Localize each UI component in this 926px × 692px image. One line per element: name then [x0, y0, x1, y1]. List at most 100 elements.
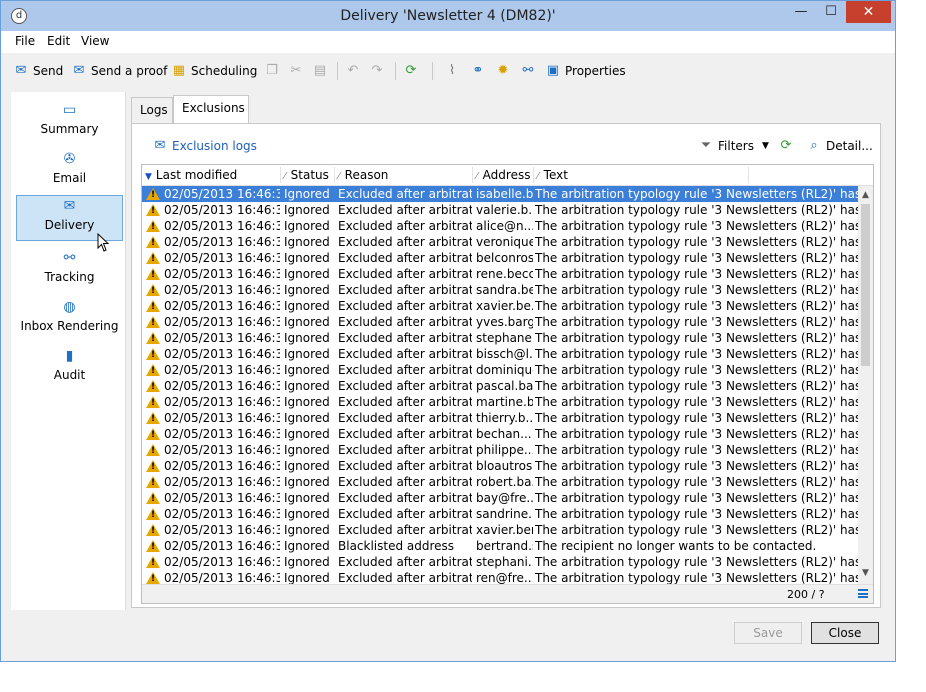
column-header-address[interactable]: ⁄ Address: [476, 168, 530, 182]
sidebar-item-email[interactable]: ✇ Email: [16, 149, 123, 195]
table-row[interactable]: 02/05/2013 16:46:35 Ignored Excluded after…: [142, 474, 858, 490]
table-cell: 02/05/2013 16:46:35: [164, 459, 280, 473]
window-close-button[interactable]: ✕: [846, 1, 891, 23]
table-row[interactable]: 02/05/2013 16:46:35 Ignored Excluded after…: [142, 426, 858, 442]
table-row[interactable]: 02/05/2013 16:46:35 Ignored Excluded after…: [142, 490, 858, 506]
toolbar-separator: [395, 62, 396, 80]
exclusion-log-grid[interactable]: ▼ Last modified ⁄ Status ⁄ Reason ⁄ Address …: [141, 164, 874, 604]
table-row[interactable]: 02/05/2013 16:46:35 Ignored Excluded after…: [142, 298, 858, 314]
grid-refresh-icon[interactable]: ⟳: [778, 138, 798, 153]
table-cell: Excluded after arbitration: [338, 315, 472, 329]
sort-handle-icon: ⁄: [537, 171, 539, 182]
filter-icon: ⏷: [700, 138, 712, 153]
menu-view[interactable]: View: [81, 34, 109, 48]
table-cell: The arbitration typology rule '3 Newslet…: [535, 379, 858, 393]
scroll-down-icon[interactable]: ▼: [860, 568, 871, 580]
send-proof-button[interactable]: ✉ Send a proof: [71, 61, 168, 81]
table-row[interactable]: 02/05/2013 16:46:35 Ignored Excluded after…: [142, 234, 858, 250]
table-cell: rene.becc...: [476, 267, 533, 281]
minimize-button[interactable]: —: [786, 1, 816, 23]
table-row[interactable]: 02/05/2013 16:46:35 Ignored Excluded after…: [142, 570, 858, 584]
cut-icon[interactable]: ✂: [288, 61, 308, 81]
warning-icon: [146, 428, 160, 440]
sidebar-item-audit[interactable]: ▮ Audit: [16, 346, 123, 392]
paste-icon[interactable]: ▤: [312, 61, 332, 81]
send-button[interactable]: ✉ Send: [13, 61, 64, 81]
table-row[interactable]: 02/05/2013 16:46:35 Ignored Excluded after…: [142, 346, 858, 362]
menu-file[interactable]: File: [15, 34, 35, 48]
scheduling-button[interactable]: ▦ Scheduling: [171, 61, 257, 81]
table-row[interactable]: 02/05/2013 16:46:35 Ignored Excluded after…: [142, 442, 858, 458]
column-header-reason[interactable]: ⁄ Reason: [338, 168, 388, 182]
table-row[interactable]: 02/05/2013 16:46:35 Ignored Excluded after…: [142, 202, 858, 218]
filters-button[interactable]: ⏷ Filters ▼: [698, 138, 769, 153]
sidebar-item-tracking[interactable]: ⚯ Tracking: [16, 248, 123, 294]
column-header-text[interactable]: ⁄ Text: [537, 168, 568, 182]
table-cell: xavier.be...: [476, 299, 533, 313]
table-row[interactable]: 02/05/2013 16:46:35 Ignored Excluded after…: [142, 554, 858, 570]
table-cell: Ignored: [284, 459, 330, 473]
table-row[interactable]: 02/05/2013 16:46:35 Ignored Blacklisted ad…: [142, 538, 858, 554]
copy-icon[interactable]: ❐: [264, 61, 284, 81]
table-cell: bechan...: [476, 427, 532, 441]
table-cell: Excluded after arbitration: [338, 347, 472, 361]
redo-icon[interactable]: ↷: [369, 61, 389, 81]
table-cell: The arbitration typology rule '3 Newslet…: [535, 507, 858, 521]
tab-exclusions[interactable]: Exclusions: [173, 95, 249, 123]
link-icon[interactable]: ⚭: [470, 61, 490, 81]
table-row[interactable]: 02/05/2013 16:46:35 Ignored Excluded after…: [142, 506, 858, 522]
table-cell: philippe...: [476, 443, 533, 457]
send-proof-label: Send a proof: [91, 64, 168, 78]
table-cell: stephane...: [476, 331, 533, 345]
warning-icon: [146, 524, 160, 536]
table-row[interactable]: 02/05/2013 16:46:35 Ignored Excluded after…: [142, 266, 858, 282]
table-row[interactable]: 02/05/2013 16:46:35 Ignored Excluded after…: [142, 362, 858, 378]
undo-icon[interactable]: ↶: [345, 61, 365, 81]
warning-icon: [146, 220, 160, 232]
save-button[interactable]: Save: [734, 622, 802, 644]
detail-button[interactable]: ⌕ Detail...: [806, 138, 872, 153]
table-row[interactable]: 02/05/2013 16:46:35 Ignored Excluded after…: [142, 186, 858, 202]
table-row[interactable]: 02/05/2013 16:46:35 Ignored Excluded after…: [142, 330, 858, 346]
inbox-rendering-icon: ◍: [63, 299, 76, 315]
table-row[interactable]: 02/05/2013 16:46:35 Ignored Excluded after…: [142, 522, 858, 538]
table-cell: veronique...: [476, 235, 533, 249]
table-cell: 02/05/2013 16:46:35: [164, 283, 280, 297]
table-cell: Blacklisted address: [338, 539, 455, 553]
list-config-icon[interactable]: [858, 589, 868, 598]
table-row[interactable]: 02/05/2013 16:46:35 Ignored Excluded after…: [142, 410, 858, 426]
scrollbar-thumb[interactable]: [861, 204, 870, 366]
maximize-button[interactable]: ☐: [816, 1, 846, 23]
table-cell: Excluded after arbitration: [338, 491, 472, 505]
table-row[interactable]: 02/05/2013 16:46:35 Ignored Excluded after…: [142, 314, 858, 330]
table-row[interactable]: 02/05/2013 16:46:35 Ignored Excluded after…: [142, 394, 858, 410]
table-row[interactable]: 02/05/2013 16:46:35 Ignored Excluded after…: [142, 218, 858, 234]
table-row[interactable]: 02/05/2013 16:46:35 Ignored Excluded after…: [142, 458, 858, 474]
table-cell: The arbitration typology rule '3 Newslet…: [535, 491, 858, 505]
envelope-icon: ✉: [154, 138, 166, 153]
close-button[interactable]: Close: [811, 622, 879, 644]
table-cell: Ignored: [284, 331, 330, 345]
vertical-scrollbar[interactable]: ▲ ▼: [858, 186, 873, 584]
table-cell: 02/05/2013 16:46:35: [164, 379, 280, 393]
warning-icon: [146, 540, 160, 552]
panel-toolbar: ✉ Exclusion logs ⏷ Filters ▼ ⟳ ⌕ Detail.…: [142, 132, 873, 160]
scroll-up-icon[interactable]: ▲: [860, 190, 871, 202]
exclusion-logs-link[interactable]: ✉ Exclusion logs: [152, 138, 257, 153]
table-row[interactable]: 02/05/2013 16:46:35 Ignored Excluded after…: [142, 250, 858, 266]
sidebar-item-summary[interactable]: ▭ Summary: [16, 100, 123, 146]
table-row[interactable]: 02/05/2013 16:46:35 Ignored Excluded after…: [142, 378, 858, 394]
column-header-status[interactable]: ⁄ Status: [284, 168, 329, 182]
column-header-last-modified[interactable]: ▼ Last modified: [145, 168, 237, 182]
tab-logs[interactable]: Logs: [131, 97, 173, 123]
warning-icon: [146, 316, 160, 328]
tracking-link-icon[interactable]: ⚯: [520, 61, 540, 81]
properties-button[interactable]: ▣ Properties: [545, 61, 626, 81]
attachment-icon[interactable]: ⌇: [444, 61, 464, 81]
menu-edit[interactable]: Edit: [47, 34, 70, 48]
table-row[interactable]: 02/05/2013 16:46:35 Ignored Excluded after…: [142, 282, 858, 298]
refresh-icon[interactable]: ⟳: [403, 61, 423, 81]
sidebar-item-inbox-rendering[interactable]: ◍ Inbox Rendering: [16, 297, 123, 343]
title-bar[interactable]: d Delivery 'Newsletter 4 (DM82)' — ☐ ✕: [1, 1, 895, 31]
gift-icon[interactable]: ✹: [495, 61, 515, 81]
